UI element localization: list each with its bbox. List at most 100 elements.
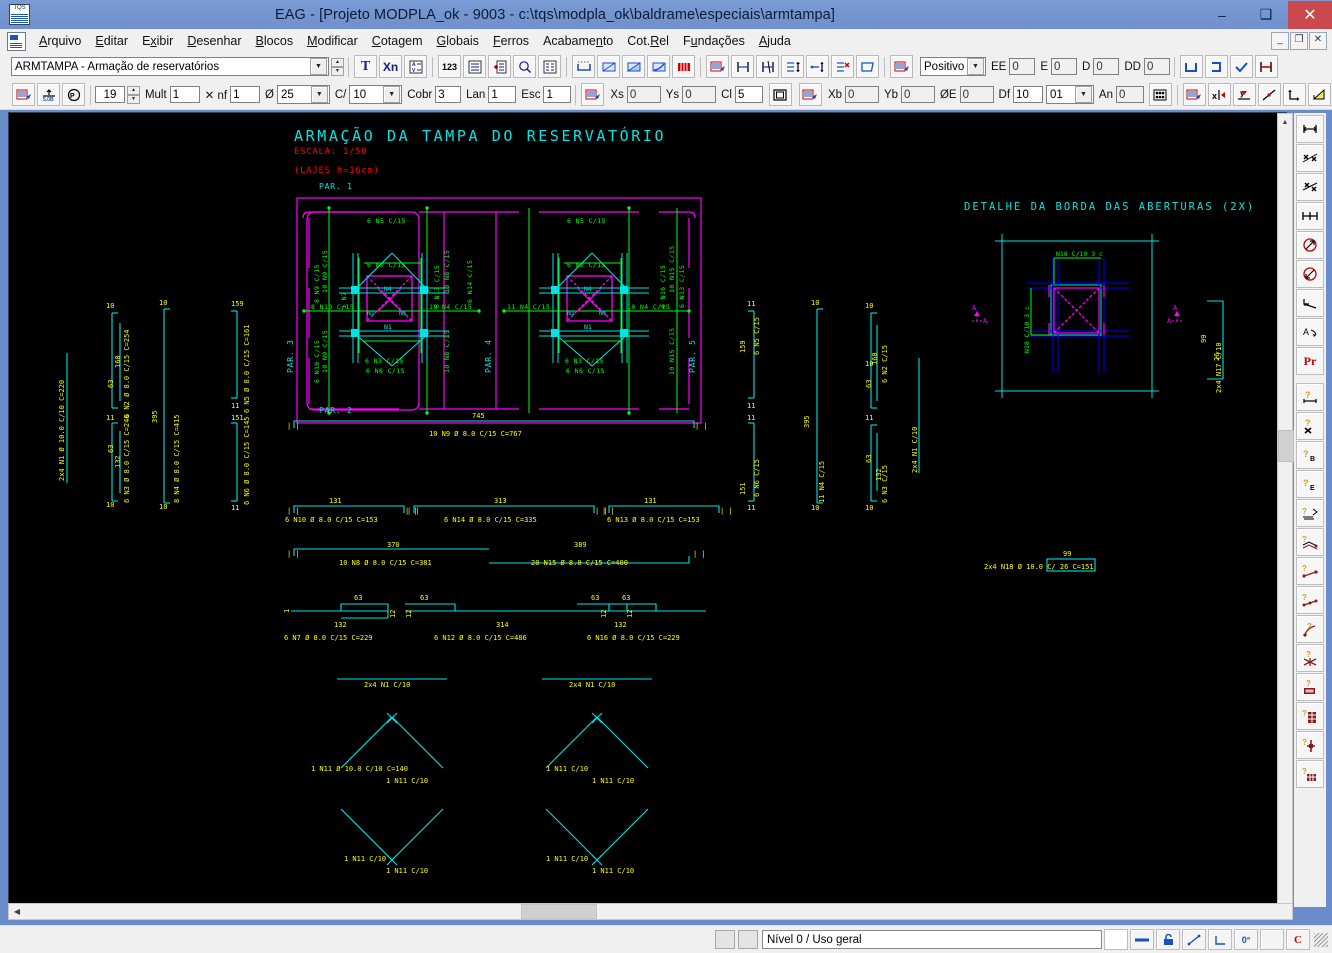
df-field[interactable]: 10 [1013,86,1043,103]
status-box-2[interactable] [738,930,758,949]
text-tool-button[interactable]: T [354,55,377,78]
snap-settings-tool-button[interactable] [1182,83,1206,106]
resize-grip[interactable] [1314,932,1328,947]
menu-ferros[interactable]: Ferros [486,31,536,51]
df-option-combo[interactable]: 01 ▼ [1046,85,1094,104]
anchor-span-tool-button[interactable] [1254,55,1278,78]
text-list-tool-button[interactable]: AV [404,55,427,78]
an-field[interactable]: 0 [1115,86,1144,103]
horizontal-scroll-thumb[interactable] [521,904,597,919]
zoom-find-tool-button[interactable] [513,55,536,78]
help-star-icon-button[interactable]: ? [1296,644,1324,672]
add-list-tool-button[interactable] [488,55,511,78]
bar-number-field[interactable]: 19 [95,86,125,103]
anchor-settings-tool-button[interactable] [890,55,913,78]
e-field[interactable]: 0 [1051,58,1078,75]
menu-fundacoes[interactable]: Fundações [676,31,752,51]
dim-aligned-tool-button[interactable] [756,55,779,78]
chevron-down-icon-4[interactable]: ▼ [383,86,401,103]
chevron-down-icon-3[interactable]: ▼ [310,86,328,103]
dd-field[interactable]: 0 [1143,58,1170,75]
blank-icon[interactable] [1260,929,1284,950]
ys-field[interactable]: 0 [682,86,717,103]
close-button[interactable]: ✕ [1288,0,1332,29]
vertical-scrollbar[interactable]: ▲ [1277,113,1294,907]
minimize-button[interactable]: – [1200,1,1244,29]
print-icon-button[interactable]: Pr [1296,347,1324,375]
hatch-tool-button[interactable] [1307,83,1331,106]
dim-horizontal-tool-button[interactable] [731,55,754,78]
menu-modificar[interactable]: Modificar [300,31,365,51]
menu-editar[interactable]: Editar [88,31,135,51]
dim-circle-expand-icon-button[interactable] [1296,231,1324,259]
snap-c-icon[interactable]: C [1286,929,1310,950]
ee-field[interactable]: 0 [1009,58,1036,75]
help-hatch-icon-button[interactable]: ? [1296,760,1324,788]
menu-exibir[interactable]: Exibir [135,31,180,51]
mult-field[interactable]: 1 [169,86,200,103]
help-block-icon-button[interactable]: ? [1296,673,1324,701]
anchor-bracket-tool-button[interactable] [1204,55,1228,78]
help-b-icon-button[interactable]: ? B [1296,441,1324,469]
mdi-close-button[interactable]: ✕ [1309,32,1327,50]
dim-erase-2-icon-button[interactable] [1296,173,1324,201]
yb-field[interactable]: 0 [901,86,935,103]
help-cross-icon-button[interactable]: ? [1296,731,1324,759]
dim-leader-text-icon-button[interactable]: A [1296,318,1324,346]
menu-globais[interactable]: Globais [430,31,486,51]
block-settings-tool-button[interactable] [798,83,822,106]
bar-number-spinner[interactable]: ▲ ▼ [126,85,140,104]
rebar-bent-tool-button[interactable] [597,55,620,78]
dim-chain-icon-button[interactable] [1296,202,1324,230]
help-e-icon-button[interactable]: ? E [1296,470,1324,498]
menu-ajuda[interactable]: Ajuda [752,31,798,51]
chevron-down-icon[interactable]: ▼ [310,58,327,75]
rebar-angle-tool-button[interactable] [622,55,645,78]
dim-circle-contract-icon-button[interactable] [1296,260,1324,288]
block-grid-tool-button[interactable] [1148,83,1172,106]
horizontal-scrollbar[interactable]: ◀ [8,903,1293,920]
rebar-scale-tool-button[interactable]: 5.0B [37,83,60,106]
mdi-restore-button[interactable]: ❐ [1290,32,1308,50]
dim-angle-icon-button[interactable] [1296,289,1324,317]
dim-vertical-stack-tool-button[interactable] [781,55,804,78]
multi-text-tool-button[interactable]: Xn [379,55,402,78]
diameter-e-field[interactable]: 0 [959,86,994,103]
document-icon[interactable] [7,31,26,51]
dim-leader-tool-button[interactable] [806,55,829,78]
sign-combo[interactable]: Positivo ▼ [920,57,986,76]
chevron-down-icon-5[interactable]: ▼ [1074,86,1092,103]
anchor-u-tool-button[interactable] [1179,55,1203,78]
xnf-field[interactable]: 1 [230,86,261,103]
dim-frame-tool-button[interactable] [856,55,879,78]
xs-field[interactable]: 0 [626,86,661,103]
help-multi-icon-button[interactable]: ? [1296,499,1324,527]
linetype-icon[interactable] [1130,929,1154,950]
menu-acabamento[interactable]: Acabamento [536,31,620,51]
menu-blocos[interactable]: Blocos [249,31,301,51]
esc-field[interactable]: 1 [543,86,572,103]
snap-y-tool-button[interactable]: y [1232,83,1256,106]
chevron-down-icon-2[interactable]: ▼ [967,58,984,75]
grid-frame-tool-button[interactable] [768,83,792,106]
lock-icon[interactable] [1156,929,1180,950]
xb-field[interactable]: 0 [845,86,879,103]
numbering-tool-button[interactable]: 123 [438,55,461,78]
snap-corner-tool-button[interactable] [1282,83,1306,106]
dim-linear-icon-button[interactable] [1296,115,1324,143]
rebar-properties-tool-button[interactable] [12,83,35,106]
lan-field[interactable]: 1 [488,86,517,103]
dim-delete-tool-button[interactable] [831,55,854,78]
diameter-combo[interactable]: 25 ▼ [276,85,330,104]
rebar-pn-tool-button[interactable]: P [62,83,85,106]
cobr-field[interactable]: 3 [435,86,462,103]
help-curve-icon-button[interactable]: ? [1296,615,1324,643]
spacing-combo[interactable]: 10 ▼ [349,85,403,104]
plant-spinner[interactable]: ▲ ▼ [331,57,344,76]
snap-x-tool-button[interactable]: x [1207,83,1231,106]
line-icon[interactable] [1182,929,1206,950]
dim-erase-icon-button[interactable] [1296,144,1324,172]
help-dim-icon-button[interactable]: ? [1296,383,1324,411]
menu-cotrel[interactable]: Cot.Rel [620,31,676,51]
rebar-straight-tool-button[interactable] [572,55,595,78]
